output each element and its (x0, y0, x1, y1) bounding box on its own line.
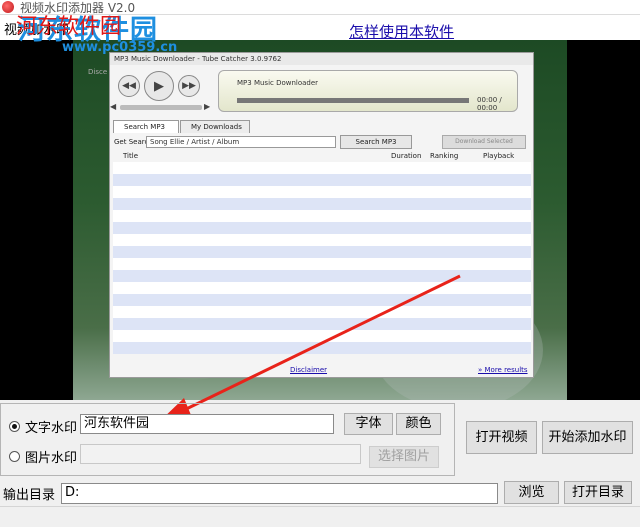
image-watermark-radio[interactable] (9, 451, 20, 462)
watermark-text-input[interactable]: 河东软件园 (80, 414, 334, 434)
tab-search-mp3: Search MP3 (113, 120, 179, 133)
playback-time: 00:00 / 00:00 (477, 96, 502, 112)
image-path-input[interactable] (80, 444, 361, 464)
video-side-text: Disce (88, 68, 108, 76)
list-item (113, 174, 531, 186)
rewind-icon: ◀◀ (118, 75, 140, 97)
list-item (113, 294, 531, 306)
list-item (113, 210, 531, 222)
help-link[interactable]: 怎样使用本软件 (349, 21, 454, 42)
forward-icon: ▶▶ (178, 75, 200, 97)
preview-download-button: Download Selected (442, 135, 526, 149)
col-title: Title (123, 152, 139, 160)
volume-right-icon: ▶ (204, 102, 211, 111)
list-item (113, 330, 531, 342)
list-item (113, 186, 531, 198)
output-dir-input[interactable]: D: (61, 483, 498, 504)
list-item (113, 246, 531, 258)
color-button[interactable]: 颜色 (396, 413, 441, 435)
now-playing-label: MP3 Music Downloader (237, 79, 319, 87)
start-watermark-button[interactable]: 开始添加水印 (542, 421, 633, 454)
app-icon (2, 1, 14, 13)
list-header: Title Duration Ranking Playback (113, 152, 531, 162)
watermark-red-text: 河东软件园 (16, 14, 121, 38)
browse-button[interactable]: 浏览 (504, 481, 559, 504)
more-results-link: » More results (478, 366, 528, 374)
list-item (113, 258, 531, 270)
list-item (113, 342, 531, 354)
playback-progress (237, 98, 469, 103)
col-duration: Duration (391, 152, 422, 160)
list-item (113, 270, 531, 282)
text-watermark-label: 文字水印 (25, 421, 78, 436)
volume-bar (120, 105, 202, 110)
list-item (113, 318, 531, 330)
preview-search-button: Search MP3 (340, 135, 412, 149)
image-watermark-label: 图片水印 (25, 451, 78, 466)
list-item (113, 198, 531, 210)
image-watermark-option[interactable]: 图片水印 (9, 447, 77, 466)
list-item (113, 282, 531, 294)
volume-left-icon: ◀ (110, 102, 117, 111)
select-image-button[interactable]: 选择图片 (369, 446, 439, 468)
open-video-button[interactable]: 打开视频 (466, 421, 537, 454)
list-item (113, 306, 531, 318)
text-watermark-option[interactable]: 文字水印 (9, 417, 77, 436)
col-ranking: Ranking (430, 152, 459, 160)
list-item (113, 234, 531, 246)
tab-my-downloads: My Downloads (180, 120, 250, 133)
col-playback: Playback (483, 152, 515, 160)
preview-search-input: Song Ellie / Artist / Album (146, 136, 336, 148)
video-frame: Disce MP3 Music Downloader - Tube Catche… (73, 40, 567, 400)
font-button[interactable]: 字体 (344, 413, 393, 435)
watermark-url: www.pc0359.cn (62, 40, 178, 55)
results-list (113, 162, 531, 362)
preview-app-window: MP3 Music Downloader - Tube Catcher 3.0.… (109, 52, 534, 378)
play-icon: ▶ (144, 71, 174, 101)
output-dir-label: 输出目录 (3, 488, 56, 503)
video-preview: Disce MP3 Music Downloader - Tube Catche… (0, 40, 640, 400)
list-item (113, 162, 531, 174)
text-watermark-radio[interactable] (9, 421, 20, 432)
now-playing-panel: MP3 Music Downloader 00:00 / 00:00 (218, 70, 518, 112)
open-dir-button[interactable]: 打开目录 (564, 481, 632, 504)
list-item (113, 222, 531, 234)
status-bar (0, 506, 640, 527)
disclaimer-link: Disclaimer (290, 366, 328, 374)
